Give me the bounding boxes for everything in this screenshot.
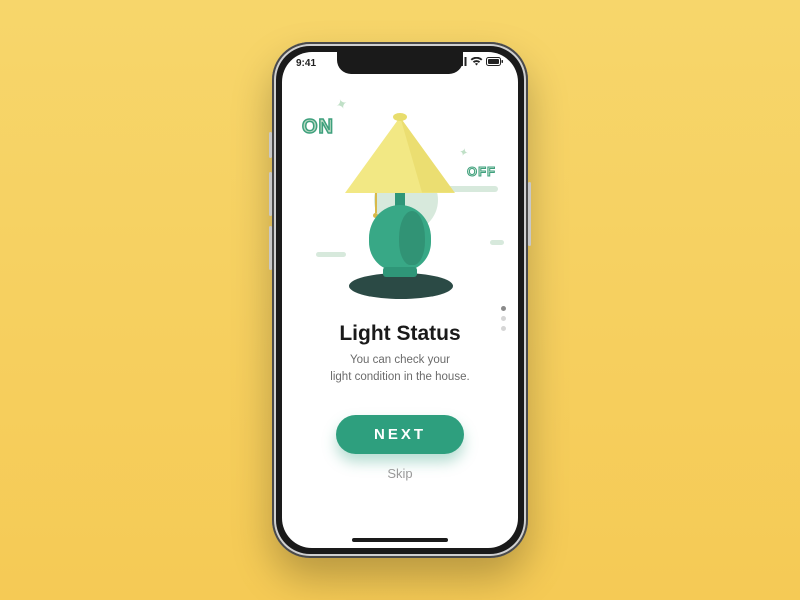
phone-frame: 9:41 ✦ ✦ ON OFF — [272, 42, 528, 558]
page-dot[interactable] — [501, 306, 506, 311]
screen: 9:41 ✦ ✦ ON OFF — [282, 52, 518, 548]
page-dot[interactable] — [501, 326, 506, 331]
page-title: Light Status — [339, 322, 460, 346]
volume-up-button — [269, 172, 272, 216]
onboarding-content: ✦ ✦ ON OFF — [282, 52, 518, 548]
status-time: 9:41 — [296, 58, 316, 69]
lamp-illustration: ✦ ✦ ON OFF — [282, 86, 518, 316]
mute-switch — [269, 132, 272, 158]
volume-down-button — [269, 226, 272, 270]
next-button[interactable]: NEXT — [336, 415, 464, 454]
notch — [337, 52, 463, 74]
skip-button[interactable]: Skip — [387, 466, 412, 481]
page-dot[interactable] — [501, 316, 506, 321]
lamp-icon — [325, 99, 475, 304]
power-button — [528, 182, 531, 246]
wifi-icon — [470, 57, 483, 69]
page-indicator — [501, 306, 506, 331]
home-indicator[interactable] — [352, 538, 448, 542]
line-decoration — [490, 240, 504, 245]
page-subtitle: You can check your light condition in th… — [330, 352, 469, 385]
battery-icon — [486, 57, 504, 69]
